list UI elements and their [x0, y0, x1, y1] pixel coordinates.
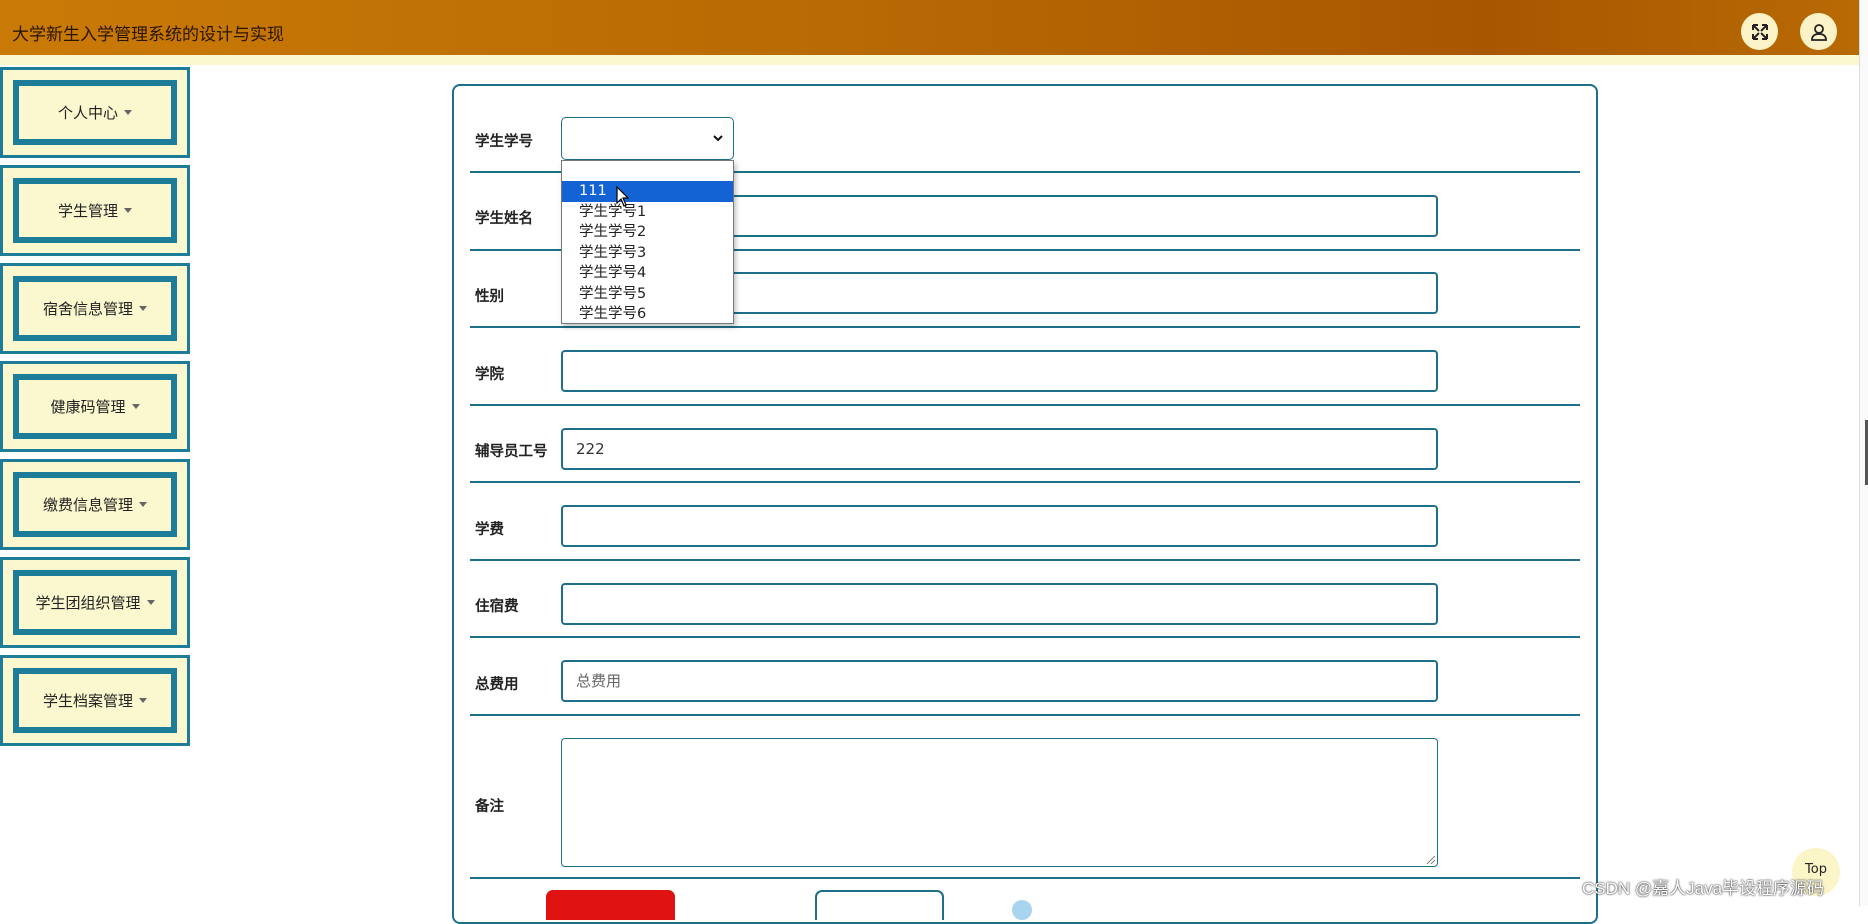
row-divider [470, 559, 1580, 561]
user-button[interactable] [1800, 13, 1837, 50]
counselor-id-label: 辅导员工号 [475, 444, 548, 460]
tuition-input[interactable] [561, 505, 1438, 547]
dropdown-option[interactable]: 学生学号4 [562, 263, 733, 284]
student-id-label: 学生学号 [475, 134, 533, 150]
sidebar-item-league-organization[interactable]: 学生团组织管理 [0, 557, 190, 648]
row-divider [470, 714, 1580, 716]
caret-down-icon [131, 404, 140, 409]
caret-down-icon [139, 502, 147, 507]
row-divider [470, 636, 1580, 638]
caret-down-icon [124, 208, 132, 213]
header-strip [0, 55, 1860, 65]
dorm-fee-label: 住宿费 [475, 599, 519, 615]
sidebar-item-label: 学生档案管理 [42, 692, 133, 710]
sidebar-item-student-archive[interactable]: 学生档案管理 [0, 655, 190, 746]
dropdown-option[interactable]: 学生学号1 [562, 202, 733, 223]
expand-icon [1751, 23, 1768, 40]
submit-button[interactable] [546, 890, 675, 920]
top-header: 大学新生入学管理系统的设计与实现 [0, 0, 1860, 55]
total-fee-label: 总费用 [475, 677, 519, 693]
app-title: 大学新生入学管理系统的设计与实现 [12, 25, 284, 45]
college-label: 学院 [475, 367, 504, 383]
loading-dot [1012, 900, 1032, 920]
watermark: CSDN @嘉人Java毕设程序源码 [1582, 879, 1825, 898]
gender-label: 性别 [475, 289, 504, 305]
sidebar-item-health-code[interactable]: 健康码管理 [0, 361, 190, 452]
user-icon [1810, 23, 1827, 41]
sidebar-item-personal-center[interactable]: 个人中心 [0, 67, 190, 158]
dropdown-option[interactable]: 学生学号6 [562, 304, 733, 325]
dropdown-option-selected[interactable]: 111 [562, 181, 733, 202]
sidebar-item-label: 个人中心 [57, 104, 118, 122]
sidebar-item-student-management[interactable]: 学生管理 [0, 165, 190, 256]
dropdown-option[interactable] [562, 161, 733, 181]
row-divider [470, 877, 1580, 879]
caret-down-icon [139, 306, 147, 311]
sidebar-item-label: 缴费信息管理 [42, 496, 133, 514]
dropdown-option[interactable]: 学生学号5 [562, 284, 733, 305]
mouse-cursor-icon [616, 186, 630, 207]
dropdown-option[interactable]: 学生学号3 [562, 243, 733, 264]
dropdown-option[interactable]: 学生学号2 [562, 222, 733, 243]
sidebar-item-label: 学生团组织管理 [35, 594, 141, 612]
counselor-id-input[interactable]: 222 [561, 428, 1438, 470]
page-scrollbar[interactable] [1859, 0, 1868, 906]
caret-down-icon [139, 698, 147, 703]
total-fee-input[interactable]: 总费用 [561, 660, 1438, 702]
row-divider [470, 326, 1580, 328]
tuition-label: 学费 [475, 522, 504, 538]
row-divider [470, 404, 1580, 406]
caret-down-icon [146, 600, 155, 605]
sidebar-item-label: 宿舍信息管理 [42, 300, 133, 318]
chevron-down-icon [713, 135, 723, 142]
remarks-textarea[interactable] [561, 738, 1438, 867]
remarks-label: 备注 [475, 799, 504, 815]
student-name-label: 学生姓名 [475, 211, 533, 227]
caret-down-icon [124, 110, 132, 115]
sidebar-item-label: 学生管理 [57, 202, 118, 220]
row-divider [470, 481, 1580, 483]
cancel-button[interactable] [815, 890, 944, 920]
dorm-fee-input[interactable] [561, 583, 1438, 625]
student-id-dropdown[interactable]: 111 学生学号1 学生学号2 学生学号3 学生学号4 学生学号5 学生学号6 [561, 160, 734, 324]
sidebar-item-dorm-management[interactable]: 宿舍信息管理 [0, 263, 190, 354]
sidebar-item-label: 健康码管理 [50, 398, 126, 416]
student-id-select[interactable] [561, 117, 734, 160]
resize-grip-icon[interactable] [1427, 856, 1435, 864]
college-input[interactable] [561, 350, 1438, 392]
fullscreen-button[interactable] [1741, 13, 1778, 50]
sidebar-item-payment-management[interactable]: 缴费信息管理 [0, 459, 190, 550]
